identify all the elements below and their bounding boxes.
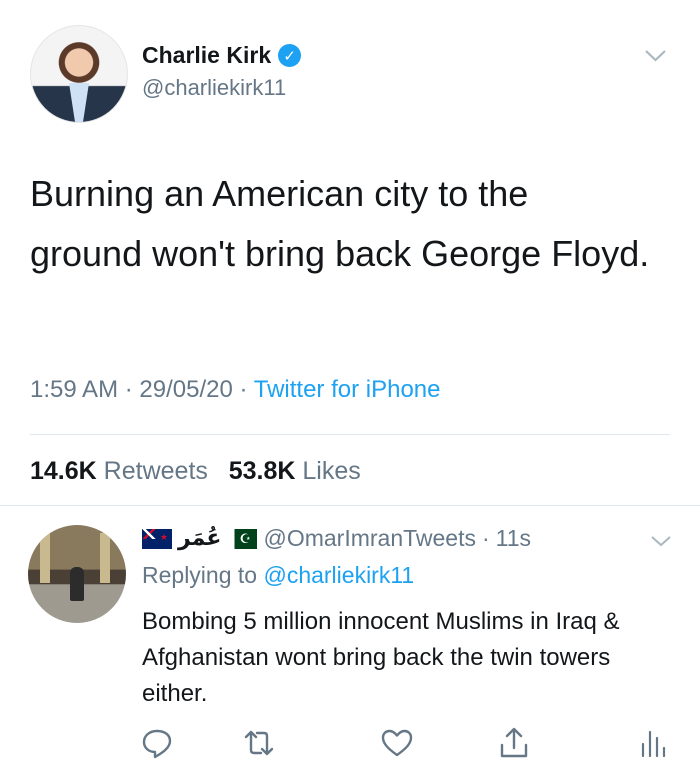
share-icon[interactable] [497,726,531,760]
reply-author-name[interactable]: عُمَر [178,526,221,551]
author-display-name[interactable]: Charlie Kirk ✓ [142,42,302,69]
tweet-time: 1:59 AM [30,376,119,403]
tweet-meta: 1:59 AM · 29/05/20 · Twitter for iPhone [30,376,440,404]
heart-icon[interactable] [380,726,414,760]
meta-separator: · [124,376,140,403]
retweets-label: Retweets [103,457,208,485]
replying-to-handle[interactable]: @charliekirk11 [263,562,414,588]
analytics-icon[interactable] [636,726,670,760]
reply-text: Bombing 5 million innocent Muslims in Ir… [142,608,620,707]
verified-badge-icon: ✓ [278,44,302,67]
author-handle[interactable]: @charliekirk11 [142,75,286,101]
chevron-down-icon[interactable] [650,532,672,550]
reply-author-handle[interactable]: @OmarImranTweets [263,525,476,552]
tweet-text: Burning an American city to the ground w… [30,173,650,274]
reply-author-avatar[interactable] [28,525,126,623]
new-zealand-flag-icon: ★ [142,528,172,549]
reply-icon[interactable] [140,726,174,760]
reply-header: ★ عُمَر ☪ @OmarImranTweets · 11s [142,525,531,552]
author-name-text: Charlie Kirk [142,42,272,68]
meta-separator: · [239,376,254,403]
author-avatar[interactable] [30,25,128,123]
retweets-stat[interactable]: 14.6K Retweets [30,457,208,485]
divider [30,434,670,435]
likes-count: 53.8K [228,457,296,485]
chevron-down-icon[interactable] [643,45,668,65]
replying-to-label: Replying to [142,562,258,588]
tweet-stats: 14.6K Retweets 53.8K Likes [30,457,361,486]
tweet-date: 29/05/20 [139,376,233,403]
likes-label: Likes [302,457,361,485]
retweet-icon[interactable] [242,726,276,760]
reply-time: 11s [495,525,532,551]
replying-to: Replying to @charliekirk11 [142,562,414,589]
tweet-source-link[interactable]: Twitter for iPhone [254,376,441,403]
likes-stat[interactable]: 53.8K Likes [229,457,361,485]
pakistan-flag-icon: ☪ [227,528,258,549]
meta-separator: · [481,525,490,551]
retweets-count: 14.6K [30,457,97,485]
divider [0,505,700,506]
